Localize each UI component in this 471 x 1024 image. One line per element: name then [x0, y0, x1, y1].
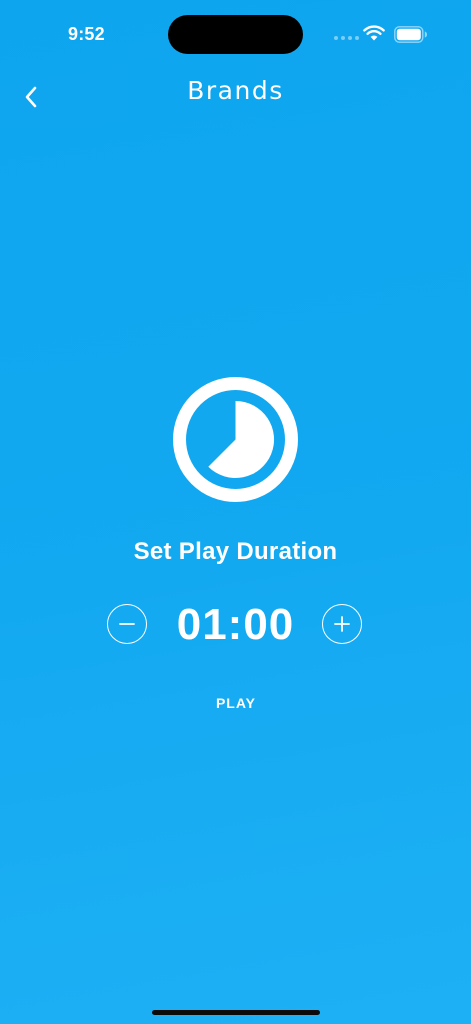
status-time: 9:52: [68, 24, 105, 44]
duration-stepper: 01:00: [0, 598, 471, 654]
play-button[interactable]: PLAY: [196, 688, 276, 718]
duration-value: 01:00: [176, 600, 295, 649]
home-indicator: [152, 1010, 320, 1015]
increment-button[interactable]: [322, 604, 362, 644]
timer-icon: [173, 377, 298, 502]
plus-icon: [334, 616, 350, 632]
dynamic-island: [168, 15, 303, 54]
page-title: Brands: [187, 76, 284, 105]
signal-dots-icon: [334, 36, 359, 40]
duration-label: Set Play Duration: [133, 538, 338, 565]
battery-icon: [394, 26, 427, 43]
wifi-icon: [363, 25, 385, 41]
status-bar: 9:52: [0, 0, 471, 60]
